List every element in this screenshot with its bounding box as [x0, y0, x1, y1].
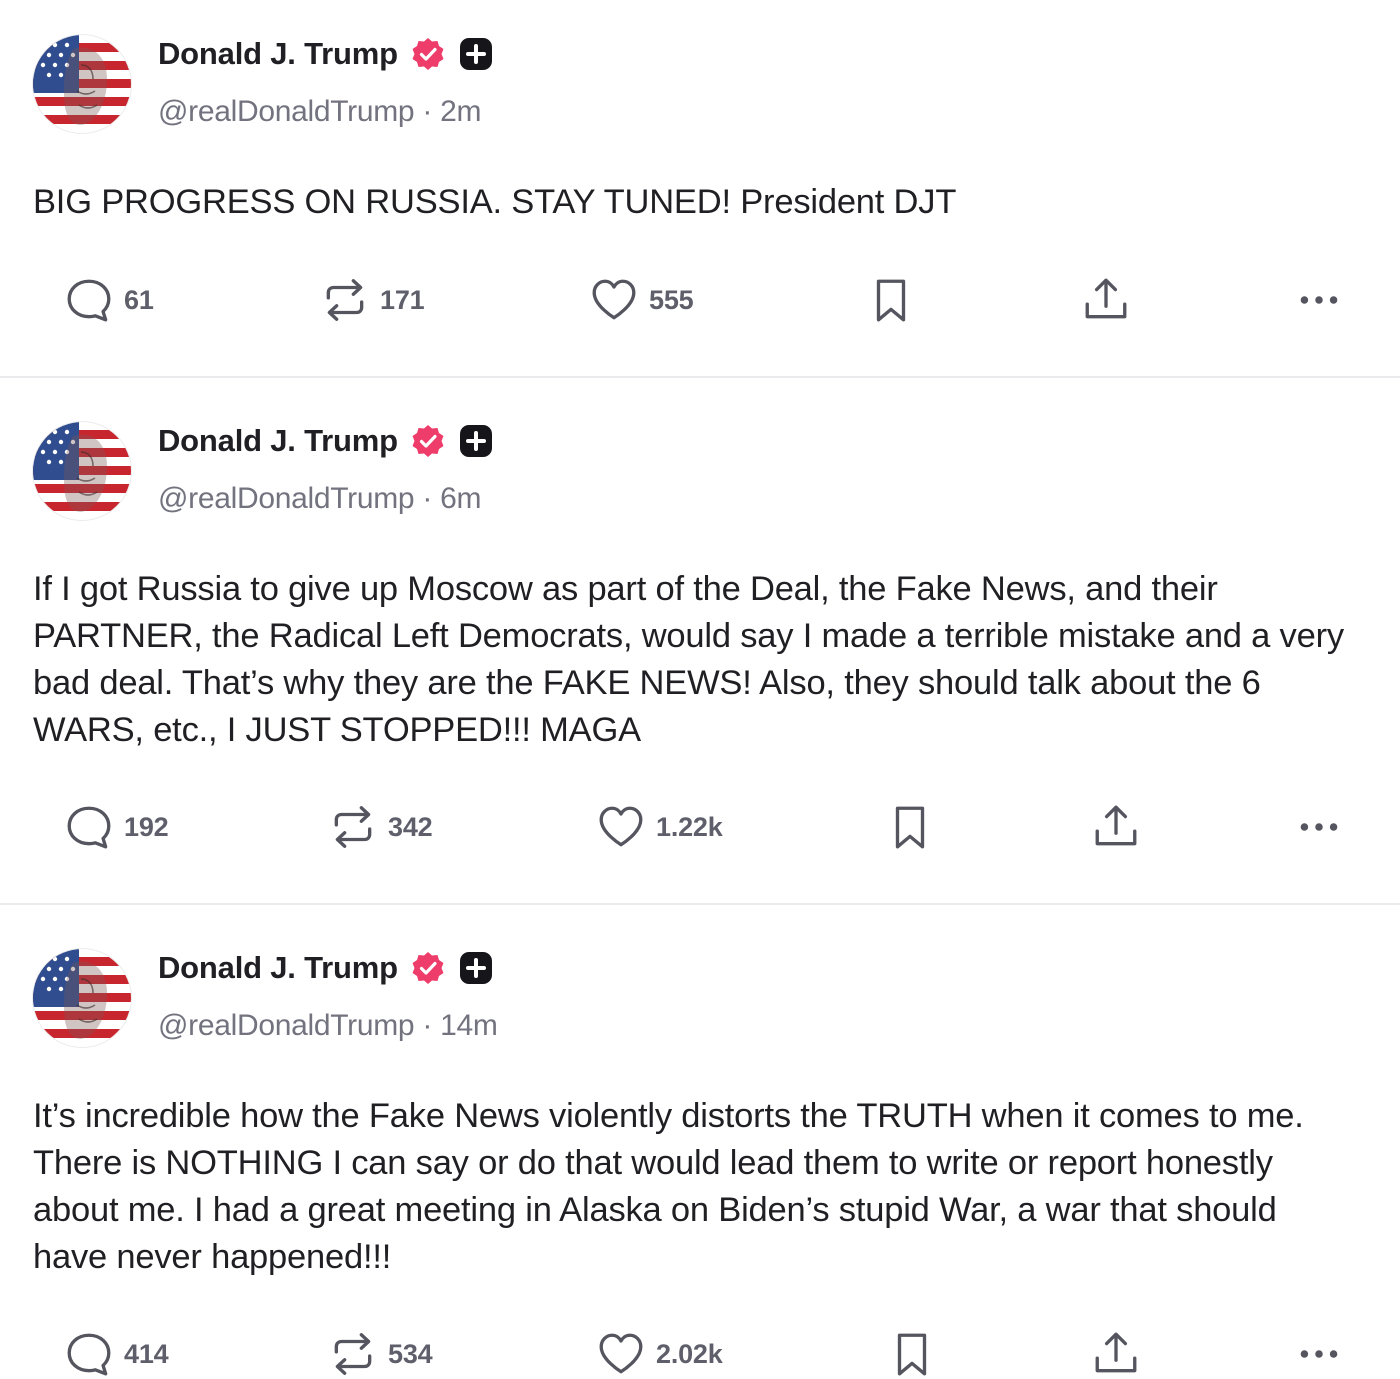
repost-button[interactable]: 534 — [328, 1329, 433, 1379]
flag-portrait-avatar-icon — [33, 35, 131, 133]
reply-icon — [64, 1329, 114, 1379]
author-row: Donald J. Trump — [158, 423, 494, 459]
reply-count: 414 — [124, 1338, 169, 1369]
post-actions: 414 534 2.02k — [0, 1329, 1400, 1379]
plus-badge-icon — [458, 36, 494, 72]
post-time[interactable]: 6m — [440, 482, 481, 515]
more-icon — [1294, 802, 1344, 852]
heart-icon — [596, 1329, 646, 1379]
like-button[interactable]: 1.22k — [596, 802, 723, 852]
post-time[interactable]: 14m — [440, 1009, 498, 1042]
meta-separator: · — [422, 1009, 433, 1042]
like-count: 555 — [649, 284, 694, 315]
plus-badge-icon — [458, 423, 494, 459]
avatar[interactable] — [33, 35, 131, 133]
meta-separator: · — [422, 95, 433, 128]
bookmark-button[interactable] — [885, 802, 935, 852]
post[interactable]: Donald J. Trump @realDonaldTrump · 6m If… — [0, 378, 1400, 903]
bookmark-icon — [887, 1329, 937, 1379]
bookmark-icon — [866, 275, 916, 325]
repost-button[interactable]: 171 — [320, 275, 425, 325]
share-button[interactable] — [1081, 275, 1131, 325]
repost-icon — [328, 802, 378, 852]
like-button[interactable]: 555 — [589, 275, 694, 325]
repost-button[interactable]: 342 — [328, 802, 433, 852]
share-icon — [1091, 1329, 1141, 1379]
like-count: 1.22k — [656, 811, 723, 842]
reply-button[interactable]: 61 — [64, 275, 154, 325]
post[interactable]: Donald J. Trump @realDonaldTrump · 14m I… — [0, 905, 1400, 1378]
repost-count: 534 — [388, 1338, 433, 1369]
post-meta: @realDonaldTrump · 14m — [158, 1009, 498, 1043]
avatar[interactable] — [33, 422, 131, 520]
author-name[interactable]: Donald J. Trump — [158, 950, 398, 986]
post-meta: @realDonaldTrump · 2m — [158, 95, 481, 129]
reply-button[interactable]: 414 — [64, 1329, 169, 1379]
verified-badge-icon — [410, 950, 446, 986]
share-button[interactable] — [1091, 1329, 1141, 1379]
post-time[interactable]: 2m — [440, 95, 481, 128]
repost-icon — [328, 1329, 378, 1379]
flag-portrait-avatar-icon — [33, 949, 131, 1047]
reply-icon — [64, 275, 114, 325]
more-button[interactable] — [1294, 275, 1344, 325]
author-handle[interactable]: @realDonaldTrump — [158, 482, 415, 515]
share-button[interactable] — [1091, 802, 1141, 852]
post[interactable]: Donald J. Trump @realDonaldTrump · 2m BI… — [0, 0, 1400, 376]
more-icon — [1294, 275, 1344, 325]
bookmark-icon — [885, 802, 935, 852]
author-handle[interactable]: @realDonaldTrump — [158, 1009, 415, 1042]
like-count: 2.02k — [656, 1338, 723, 1369]
author-row: Donald J. Trump — [158, 36, 494, 72]
post-actions: 61 171 555 — [0, 275, 1400, 325]
flag-portrait-avatar-icon — [33, 422, 131, 520]
post-text: BIG PROGRESS ON RUSSIA. STAY TUNED! Pres… — [33, 183, 957, 221]
reply-count: 192 — [124, 811, 169, 842]
repost-count: 171 — [380, 284, 425, 315]
avatar[interactable] — [33, 949, 131, 1047]
heart-icon — [589, 275, 639, 325]
truth-feed: Donald J. Trump @realDonaldTrump · 2m BI… — [0, 0, 1400, 1378]
repost-icon — [320, 275, 370, 325]
meta-separator: · — [422, 482, 433, 515]
post-text: It’s incredible how the Fake News violen… — [33, 1097, 1304, 1276]
share-icon — [1081, 275, 1131, 325]
reply-button[interactable]: 192 — [64, 802, 169, 852]
bookmark-button[interactable] — [866, 275, 916, 325]
author-name[interactable]: Donald J. Trump — [158, 423, 398, 459]
reply-icon — [64, 802, 114, 852]
author-handle[interactable]: @realDonaldTrump — [158, 95, 415, 128]
heart-icon — [596, 802, 646, 852]
post-meta: @realDonaldTrump · 6m — [158, 482, 481, 516]
more-button[interactable] — [1294, 802, 1344, 852]
like-button[interactable]: 2.02k — [596, 1329, 723, 1379]
share-icon — [1091, 802, 1141, 852]
author-name[interactable]: Donald J. Trump — [158, 36, 398, 72]
post-text: If I got Russia to give up Moscow as par… — [33, 570, 1344, 749]
author-row: Donald J. Trump — [158, 950, 494, 986]
bookmark-button[interactable] — [887, 1329, 937, 1379]
more-icon — [1294, 1329, 1344, 1379]
verified-badge-icon — [410, 423, 446, 459]
more-button[interactable] — [1294, 1329, 1344, 1379]
reply-count: 61 — [124, 284, 154, 315]
plus-badge-icon — [458, 950, 494, 986]
verified-badge-icon — [410, 36, 446, 72]
post-actions: 192 342 1.22k — [0, 802, 1400, 852]
repost-count: 342 — [388, 811, 433, 842]
